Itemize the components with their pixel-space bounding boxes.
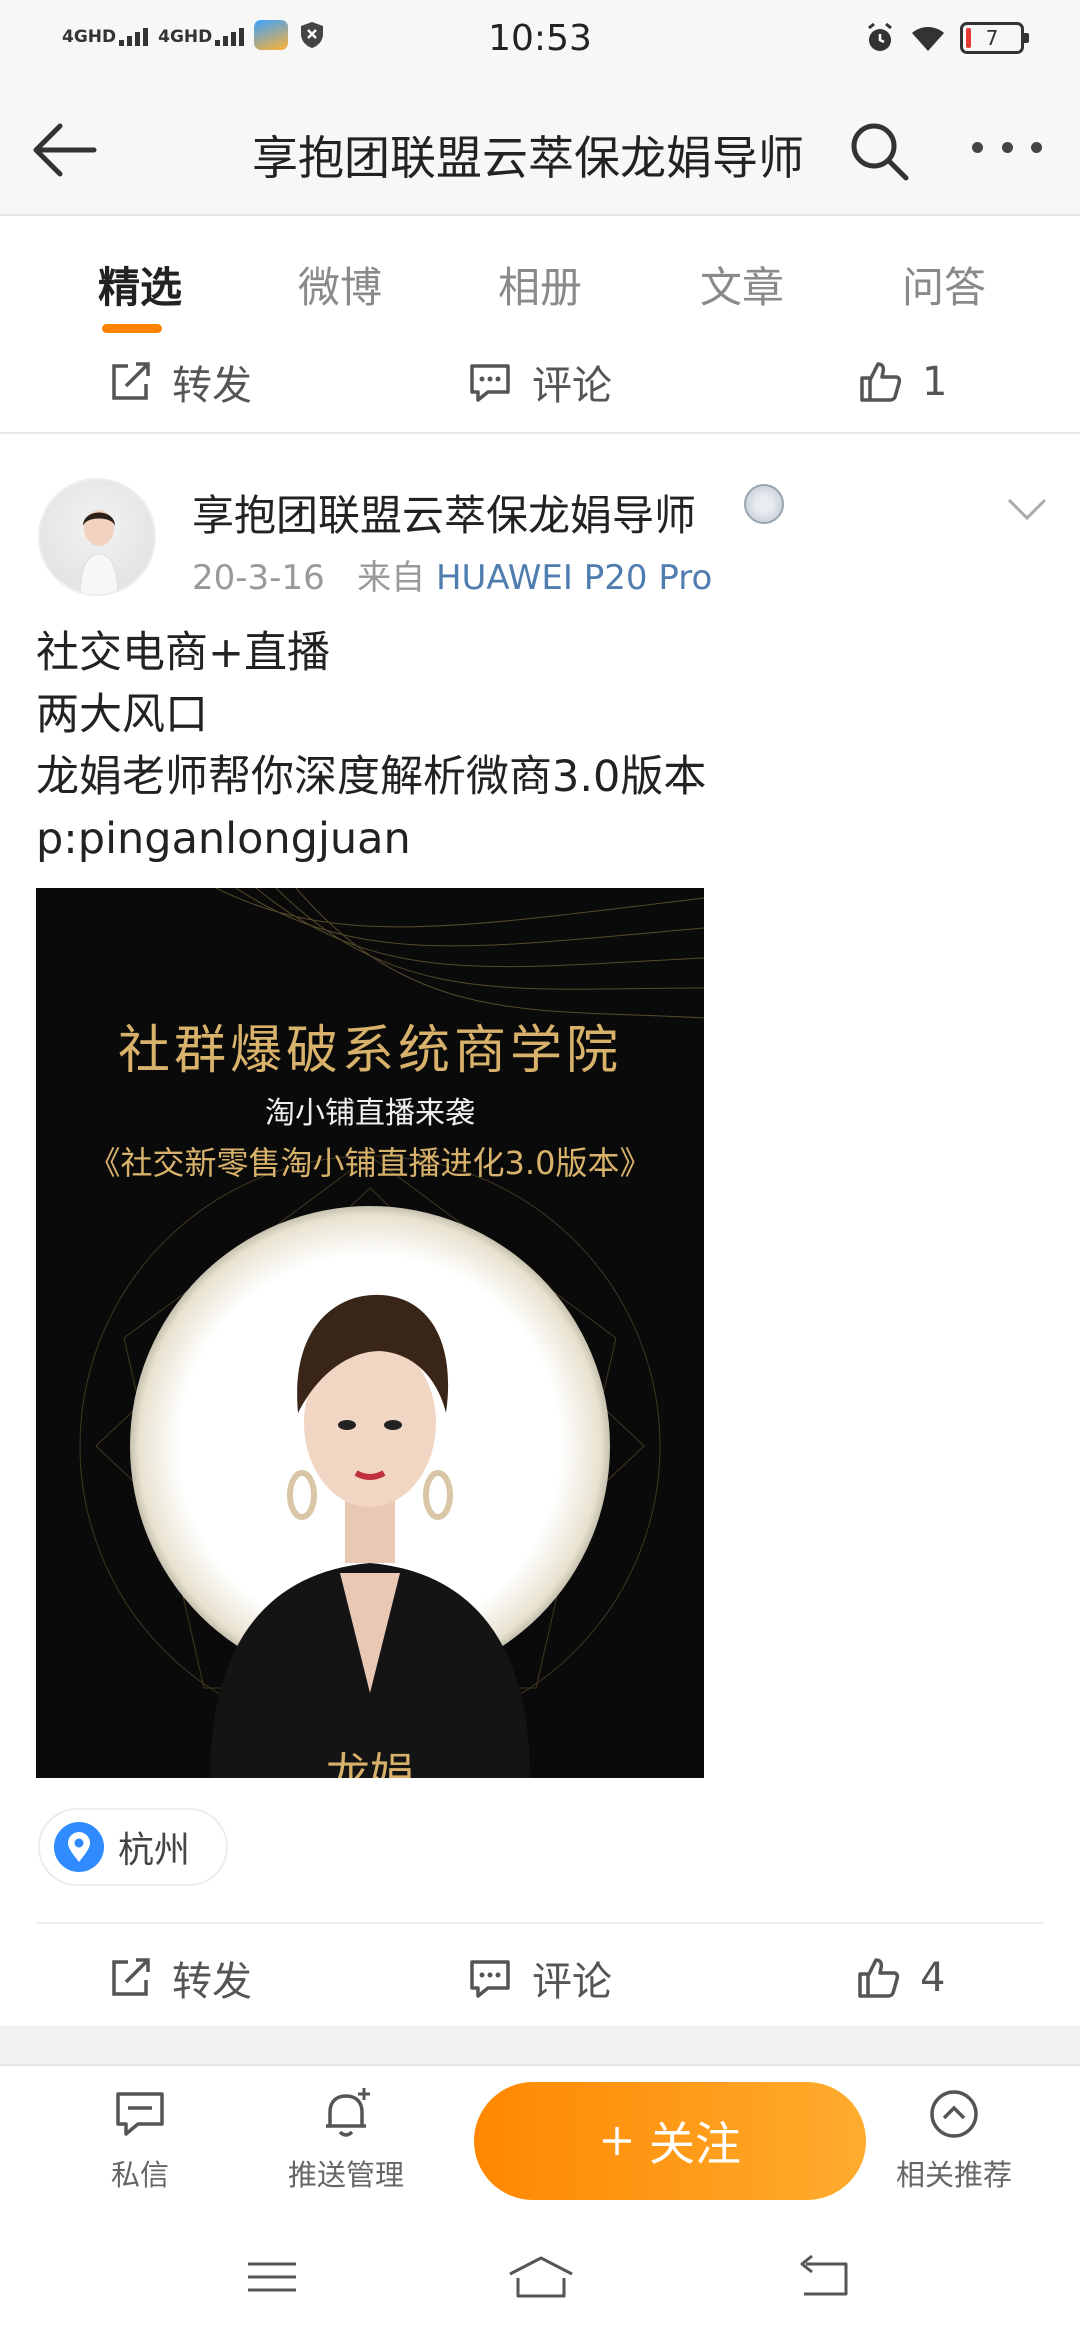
wifi-icon <box>912 27 944 51</box>
menu-icon[interactable] <box>242 2252 302 2302</box>
source-prefix: 来自 <box>357 558 426 598</box>
follow-button[interactable]: 关注 <box>474 2082 866 2200</box>
post-meta: 20-3-16 来自 HUAWEI P20 Pro <box>192 550 712 599</box>
status-right: 7 <box>864 22 1029 54</box>
avatar[interactable] <box>38 478 156 596</box>
post-source[interactable]: HUAWEI P20 Pro <box>436 558 712 598</box>
more-icon[interactable] <box>972 142 1042 162</box>
post-text-line: 社交电商+直播 <box>36 628 331 678</box>
thumbs-up-icon <box>860 362 902 402</box>
tab-qa[interactable]: 问答 <box>902 254 986 315</box>
like-button[interactable]: 1 <box>856 334 947 430</box>
location-label: 杭州 <box>118 1830 191 1871</box>
plus-icon <box>603 2127 631 2155</box>
battery-icon: 7 <box>960 22 1029 54</box>
verified-medal-icon <box>744 484 784 524</box>
push-management-button[interactable]: 推送管理 <box>256 2086 436 2194</box>
page-title: 享抱团联盟云萃保龙娟导师 <box>252 131 804 185</box>
alarm-icon <box>868 22 892 51</box>
post-text-line: p:pinganlongjuan <box>36 814 411 864</box>
related-recommend-button[interactable]: 相关推荐 <box>864 2086 1044 2194</box>
post-date: 20-3-16 <box>192 558 325 598</box>
thumbs-up-icon <box>858 1958 900 1998</box>
tab-featured[interactable]: 精选 <box>98 254 182 315</box>
repost-button[interactable]: 转发 <box>106 334 252 430</box>
post-text-line: 龙娟老师帮你深度解析微商3.0版本 <box>36 752 707 802</box>
back-arrow-icon[interactable] <box>30 120 100 180</box>
post-image[interactable]: 社群爆破系统商学院 淘小铺直播来袭 《社交新零售淘小铺直播进化3.0版本》 龙娟 <box>36 888 704 1778</box>
portrait-figure <box>210 1294 530 1778</box>
post-text: 社交电商+直播 两大风口 龙娟老师帮你深度解析微商3.0版本 p:pinganl… <box>36 622 706 870</box>
image-subtitle-2: 《社交新零售淘小铺直播进化3.0版本》 <box>88 1144 652 1182</box>
home-icon[interactable] <box>506 2252 576 2302</box>
divider <box>0 432 1080 434</box>
related-recommend-label: 相关推荐 <box>895 2158 1012 2192</box>
repost-button[interactable]: 转发 <box>106 1930 252 2026</box>
comment-label: 评论 <box>532 1959 612 2005</box>
comment-label: 评论 <box>532 363 612 409</box>
repost-icon <box>112 1958 150 1996</box>
back-icon[interactable] <box>792 2252 852 2302</box>
battery-level: 7 <box>985 26 999 50</box>
like-count: 1 <box>922 359 948 405</box>
search-icon[interactable] <box>848 120 910 182</box>
image-bottom-text: 龙娟 <box>326 1749 414 1778</box>
post-text-line: 两大风口 <box>36 690 208 740</box>
divider <box>36 1922 1044 1924</box>
bottom-action-bar: 私信 推送管理 关注 相关推荐 <box>0 2064 1080 2214</box>
repost-label: 转发 <box>172 1959 252 2005</box>
tab-articles[interactable]: 文章 <box>700 254 784 315</box>
private-message-button[interactable]: 私信 <box>50 2086 230 2194</box>
active-tab-indicator <box>102 324 162 333</box>
bell-plus-icon <box>326 2088 370 2137</box>
like-count: 4 <box>920 1955 946 2001</box>
repost-icon <box>112 362 150 400</box>
status-bar: 4GHD 4GHD 10:53 7 <box>0 0 1080 84</box>
tab-weibo[interactable]: 微博 <box>298 254 382 315</box>
chevron-up-circle-icon <box>930 2090 978 2138</box>
push-management-label: 推送管理 <box>287 2158 404 2192</box>
location-tag[interactable]: 杭州 <box>38 1808 229 1886</box>
profile-tabs: 精选 微博 相册 文章 问答 <box>0 216 1080 348</box>
header: 享抱团联盟云萃保龙娟导师 <box>0 84 1080 216</box>
private-message-label: 私信 <box>110 2158 169 2192</box>
image-subtitle: 淘小铺直播来袭 <box>265 1096 475 1131</box>
comment-icon <box>470 1960 510 1998</box>
system-navigation-bar <box>0 2214 1080 2340</box>
avatar-image <box>79 510 119 594</box>
like-button[interactable]: 4 <box>854 1930 945 2026</box>
message-icon <box>116 2092 164 2136</box>
comment-icon <box>470 364 510 402</box>
author-name[interactable]: 享抱团联盟云萃保龙娟导师 <box>192 482 696 543</box>
tab-album[interactable]: 相册 <box>498 254 582 315</box>
chevron-down-icon[interactable] <box>1005 494 1049 524</box>
location-pin-icon <box>54 1822 104 1872</box>
comment-button[interactable]: 评论 <box>466 1930 612 2026</box>
follow-label: 关注 <box>649 2117 741 2171</box>
repost-label: 转发 <box>172 363 252 409</box>
comment-button[interactable]: 评论 <box>466 334 612 430</box>
image-title: 社群爆破系统商学院 <box>117 1021 622 1081</box>
prev-post-actions: 转发 评论 1 <box>0 334 1080 430</box>
post-actions: 转发 评论 4 <box>0 1930 1080 2026</box>
feed-gap <box>0 2026 1080 2064</box>
